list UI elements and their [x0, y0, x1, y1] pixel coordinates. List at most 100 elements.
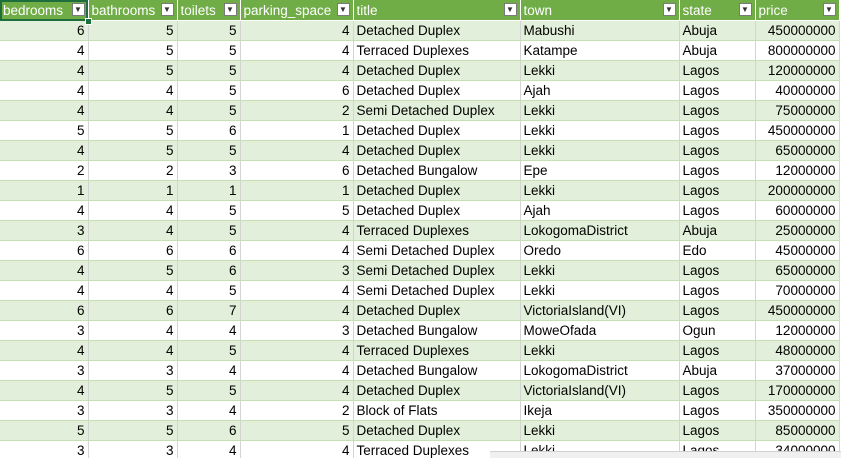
cell-town[interactable]: Mabushi — [520, 20, 680, 41]
cell-parking-space[interactable]: 5 — [240, 420, 354, 441]
cell-bedrooms[interactable]: 1 — [0, 180, 89, 201]
cell-title[interactable]: Detached Duplex — [353, 80, 521, 101]
column-header-town[interactable]: town ▼ — [520, 0, 680, 21]
cell-bedrooms[interactable]: 4 — [0, 140, 89, 161]
cell-price[interactable]: 450000000 — [755, 20, 840, 41]
cell-bathrooms[interactable]: 4 — [88, 100, 178, 121]
cell-state[interactable]: Lagos — [679, 120, 756, 141]
cell-parking-space[interactable]: 4 — [240, 140, 354, 161]
cell-price[interactable]: 85000000 — [755, 420, 840, 441]
column-header-bathrooms[interactable]: bathrooms ▼ — [88, 0, 178, 21]
cell-bedrooms[interactable]: 4 — [0, 60, 89, 81]
cell-parking-space[interactable]: 4 — [240, 360, 354, 381]
column-header-title[interactable]: title ▼ — [353, 0, 521, 21]
cell-state[interactable]: Lagos — [679, 280, 756, 301]
filter-dropdown-icon[interactable]: ▼ — [662, 3, 676, 16]
cell-toilets[interactable]: 5 — [177, 200, 241, 221]
cell-toilets[interactable]: 1 — [177, 180, 241, 201]
cell-title[interactable]: Terraced Duplexes — [353, 40, 521, 61]
cell-bedrooms[interactable]: 6 — [0, 20, 89, 41]
cell-parking-space[interactable]: 1 — [240, 180, 354, 201]
cell-bedrooms[interactable]: 3 — [0, 440, 89, 458]
cell-bedrooms[interactable]: 6 — [0, 300, 89, 321]
cell-title[interactable]: Semi Detached Duplex — [353, 260, 521, 281]
cell-parking-space[interactable]: 4 — [240, 340, 354, 361]
cell-town[interactable]: Oredo — [520, 240, 680, 261]
cell-toilets[interactable]: 5 — [177, 60, 241, 81]
cell-title[interactable]: Detached Duplex — [353, 200, 521, 221]
cell-bathrooms[interactable]: 4 — [88, 280, 178, 301]
cell-toilets[interactable]: 6 — [177, 420, 241, 441]
cell-bedrooms[interactable]: 4 — [0, 260, 89, 281]
cell-toilets[interactable]: 4 — [177, 400, 241, 421]
cell-town[interactable]: VictoriaIsland(VI) — [520, 380, 680, 401]
cell-state[interactable]: Ogun — [679, 320, 756, 341]
cell-bedrooms[interactable]: 3 — [0, 220, 89, 241]
cell-price[interactable]: 12000000 — [755, 320, 840, 341]
cell-price[interactable]: 48000000 — [755, 340, 840, 361]
cell-title[interactable]: Terraced Duplexes — [353, 340, 521, 361]
cell-bathrooms[interactable]: 6 — [88, 300, 178, 321]
cell-toilets[interactable]: 5 — [177, 40, 241, 61]
cell-bedrooms[interactable]: 4 — [0, 40, 89, 61]
cell-bathrooms[interactable]: 5 — [88, 260, 178, 281]
cell-town[interactable]: Katampe — [520, 40, 680, 61]
cell-title[interactable]: Detached Duplex — [353, 120, 521, 141]
cell-price[interactable]: 350000000 — [755, 400, 840, 421]
filter-dropdown-icon[interactable]: ▼ — [822, 3, 836, 16]
cell-bedrooms[interactable]: 4 — [0, 380, 89, 401]
cell-parking-space[interactable]: 4 — [240, 440, 354, 458]
cell-bedrooms[interactable]: 5 — [0, 420, 89, 441]
fill-handle[interactable] — [85, 18, 92, 25]
cell-parking-space[interactable]: 4 — [240, 300, 354, 321]
cell-town[interactable]: Lekki — [520, 260, 680, 281]
cell-bathrooms[interactable]: 5 — [88, 20, 178, 41]
cell-state[interactable]: Lagos — [679, 260, 756, 281]
cell-state[interactable]: Lagos — [679, 200, 756, 221]
cell-town[interactable]: Epe — [520, 160, 680, 181]
cell-parking-space[interactable]: 2 — [240, 100, 354, 121]
cell-state[interactable]: Lagos — [679, 160, 756, 181]
cell-parking-space[interactable]: 4 — [240, 380, 354, 401]
cell-parking-space[interactable]: 1 — [240, 120, 354, 141]
cell-toilets[interactable]: 3 — [177, 160, 241, 181]
cell-parking-space[interactable]: 4 — [240, 240, 354, 261]
cell-town[interactable]: MoweOfada — [520, 320, 680, 341]
cell-title[interactable]: Semi Detached Duplex — [353, 240, 521, 261]
cell-state[interactable]: Lagos — [679, 380, 756, 401]
cell-parking-space[interactable]: 2 — [240, 400, 354, 421]
cell-toilets[interactable]: 5 — [177, 140, 241, 161]
cell-bathrooms[interactable]: 4 — [88, 220, 178, 241]
cell-bathrooms[interactable]: 4 — [88, 80, 178, 101]
column-header-bedrooms[interactable]: bedrooms ▼ — [0, 0, 89, 21]
cell-town[interactable]: Ajah — [520, 200, 680, 221]
cell-bedrooms[interactable]: 5 — [0, 120, 89, 141]
cell-bathrooms[interactable]: 5 — [88, 140, 178, 161]
cell-bathrooms[interactable]: 4 — [88, 320, 178, 341]
cell-price[interactable]: 25000000 — [755, 220, 840, 241]
horizontal-scrollbar[interactable] — [490, 451, 841, 458]
cell-state[interactable]: Lagos — [679, 340, 756, 361]
cell-title[interactable]: Detached Duplex — [353, 60, 521, 81]
cell-title[interactable]: Detached Duplex — [353, 420, 521, 441]
cell-title[interactable]: Detached Duplex — [353, 20, 521, 41]
cell-toilets[interactable]: 5 — [177, 80, 241, 101]
filter-dropdown-icon[interactable]: ▼ — [71, 3, 85, 16]
cell-town[interactable]: Ajah — [520, 80, 680, 101]
cell-bathrooms[interactable]: 5 — [88, 40, 178, 61]
cell-bathrooms[interactable]: 4 — [88, 200, 178, 221]
cell-bedrooms[interactable]: 3 — [0, 320, 89, 341]
cell-bathrooms[interactable]: 5 — [88, 420, 178, 441]
cell-town[interactable]: Lekki — [520, 340, 680, 361]
cell-state[interactable]: Abuja — [679, 220, 756, 241]
cell-state[interactable]: Edo — [679, 240, 756, 261]
cell-parking-space[interactable]: 3 — [240, 320, 354, 341]
filter-dropdown-icon[interactable]: ▼ — [160, 3, 174, 16]
cell-title[interactable]: Detached Duplex — [353, 380, 521, 401]
cell-parking-space[interactable]: 4 — [240, 280, 354, 301]
cell-state[interactable]: Lagos — [679, 80, 756, 101]
cell-price[interactable]: 70000000 — [755, 280, 840, 301]
cell-toilets[interactable]: 4 — [177, 440, 241, 458]
cell-parking-space[interactable]: 4 — [240, 20, 354, 41]
cell-state[interactable]: Lagos — [679, 60, 756, 81]
